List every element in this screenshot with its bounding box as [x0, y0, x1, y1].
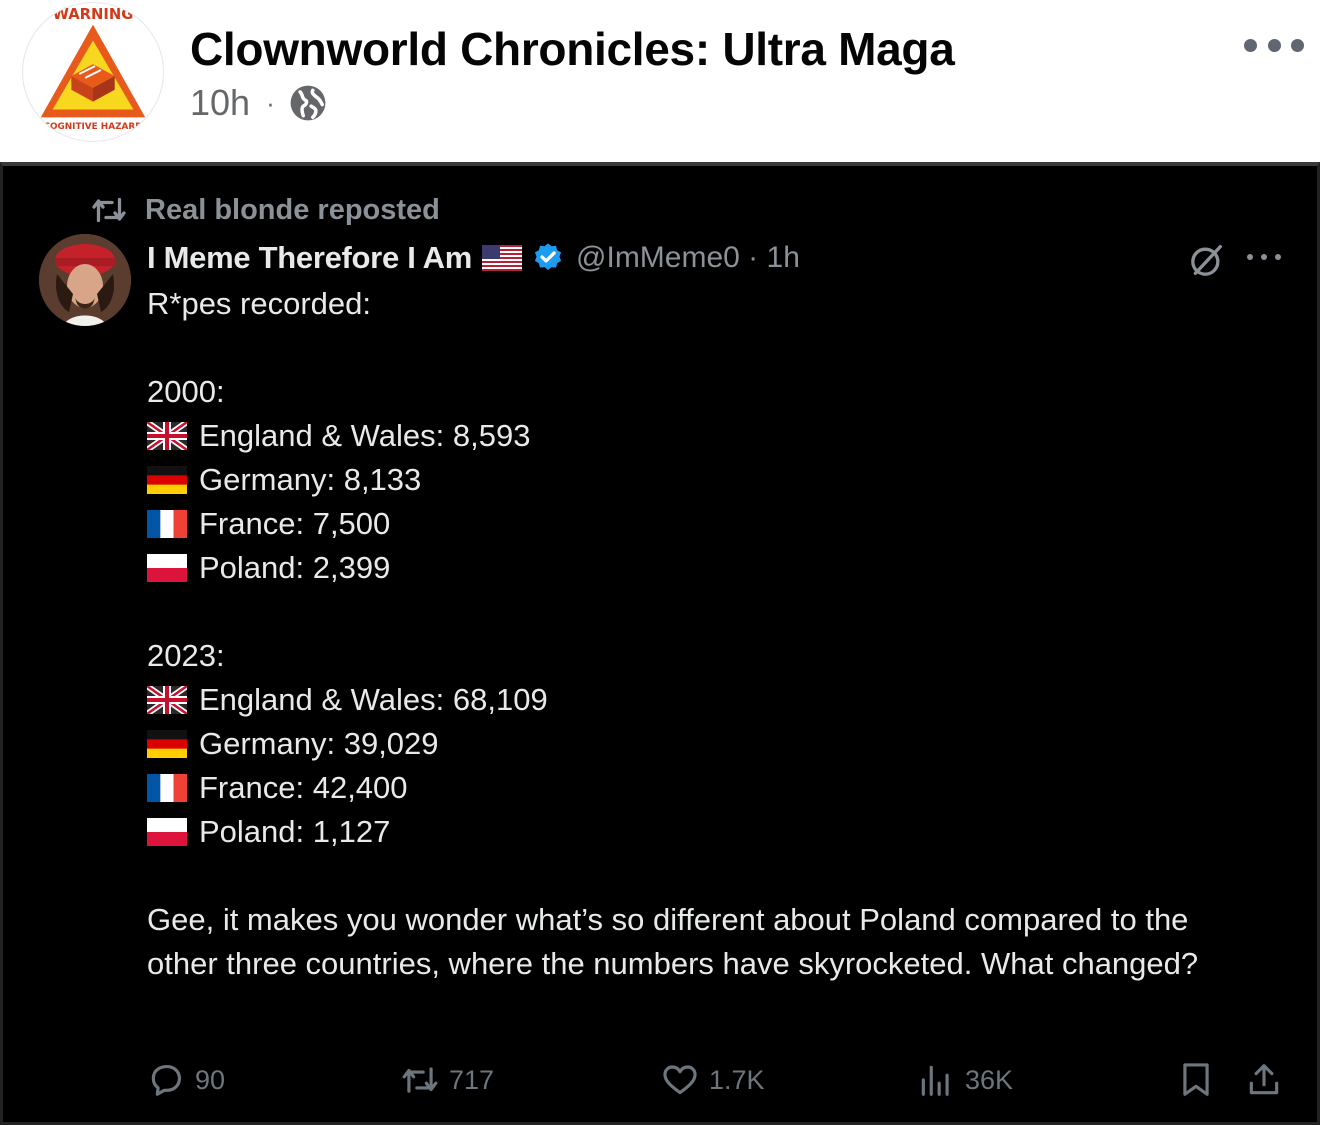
stat-row: Germany: 39,029 — [147, 722, 1267, 766]
tweet-text: R*pes recorded: 2000: England & Wales: 8… — [147, 282, 1267, 986]
tweet-author-avatar — [39, 234, 131, 326]
year-heading: 2000: — [147, 374, 225, 409]
year-heading: 2023: — [147, 638, 225, 673]
reply-count: 90 — [195, 1064, 226, 1095]
views-button[interactable]: 36K — [917, 1056, 1013, 1104]
page-name-link[interactable]: Clownworld Chronicles: Ultra Maga — [190, 22, 955, 76]
germany-flag-icon — [147, 730, 187, 758]
repost-label: Real blonde reposted — [145, 193, 440, 226]
bookmark-button[interactable] — [1177, 1056, 1215, 1104]
stat-row: Poland: 2,399 — [147, 546, 1267, 590]
like-count: 1.7K — [709, 1064, 765, 1095]
page-avatar[interactable]: WARNING COGNITIVE HAZARD — [22, 2, 164, 142]
stat-text: England & Wales: 8,593 — [199, 418, 531, 453]
author-portrait-icon — [39, 234, 131, 326]
views-count: 36K — [965, 1064, 1014, 1095]
tweet-header: I Meme Therefore I Am @ImMeme0 · 1h — [147, 236, 800, 280]
warning-sign-icon: WARNING COGNITIVE HAZARD — [24, 3, 162, 141]
tweet-more-dot — [1275, 254, 1281, 260]
stat-row: France: 42,400 — [147, 766, 1267, 810]
post-timestamp[interactable]: 10h — [190, 82, 250, 124]
france-flag-icon — [147, 510, 187, 538]
author-handle-time[interactable]: @ImMeme0 · 1h — [576, 241, 800, 275]
heart-icon — [663, 1065, 697, 1095]
more-dot — [1267, 38, 1281, 52]
stat-text: Germany: 39,029 — [199, 726, 439, 761]
more-dot — [1244, 38, 1257, 52]
france-flag-icon — [147, 774, 187, 802]
like-button[interactable]: 1.7K — [661, 1056, 765, 1104]
poland-flag-icon — [147, 818, 187, 846]
grok-icon[interactable] — [1187, 240, 1227, 280]
views-chart-icon — [921, 1065, 949, 1096]
reply-icon — [151, 1064, 182, 1096]
tweet-more-dot — [1247, 254, 1253, 260]
stat-row: Poland: 1,127 — [147, 810, 1267, 854]
stat-text: Poland: 1,127 — [199, 814, 391, 849]
us-flag-icon — [482, 245, 523, 271]
globe-icon[interactable] — [289, 84, 327, 122]
tweet-intro: R*pes recorded: — [147, 286, 372, 321]
stat-row: Germany: 8,133 — [147, 458, 1267, 502]
tweet-screenshot: Real blonde reposted I Meme Therefore I … — [0, 162, 1320, 1125]
stat-row: England & Wales: 8,593 — [147, 414, 1267, 458]
author-name[interactable]: I Meme Therefore I Am — [147, 240, 472, 276]
bookmark-icon — [1183, 1063, 1209, 1096]
avatar-warning-text: WARNING — [53, 6, 134, 23]
stat-text: France: 42,400 — [199, 770, 408, 805]
more-dot — [1291, 38, 1304, 52]
germany-flag-icon — [147, 466, 187, 494]
tweet-more-dot — [1261, 254, 1267, 260]
uk-flag-icon — [147, 686, 187, 714]
repost-context: Real blonde reposted — [91, 192, 440, 228]
verified-badge-icon — [534, 243, 562, 270]
tweet-closing-paragraph: Gee, it makes you wonder what’s so diffe… — [147, 902, 1199, 981]
stat-text: Germany: 8,133 — [199, 462, 422, 497]
stat-text: Poland: 2,399 — [199, 550, 391, 585]
repost-icon — [402, 1067, 438, 1093]
stat-row: France: 7,500 — [147, 502, 1267, 546]
repost-button[interactable]: 717 — [401, 1056, 494, 1104]
uk-flag-icon — [147, 422, 187, 450]
repost-count: 717 — [449, 1064, 495, 1095]
facebook-post-header: WARNING COGNITIVE HAZARD Clownworld Chro… — [0, 0, 1320, 162]
share-icon — [1249, 1064, 1279, 1095]
avatar-hazard-text: COGNITIVE HAZARD — [43, 122, 142, 132]
stat-row: England & Wales: 68,109 — [147, 678, 1267, 722]
share-button[interactable] — [1245, 1056, 1283, 1104]
repost-icon — [92, 197, 126, 223]
post-meta: 10h · — [190, 80, 327, 126]
poland-flag-icon — [147, 554, 187, 582]
tweet-action-bar: 90 717 1.7K 36K — [3, 1056, 1320, 1104]
more-options-button[interactable] — [1244, 34, 1304, 56]
stat-text: France: 7,500 — [199, 506, 391, 541]
meta-separator: · — [266, 87, 275, 118]
tweet-more-button[interactable] — [1247, 254, 1281, 262]
stat-text: England & Wales: 68,109 — [199, 682, 548, 717]
reply-button[interactable]: 90 — [147, 1056, 225, 1104]
